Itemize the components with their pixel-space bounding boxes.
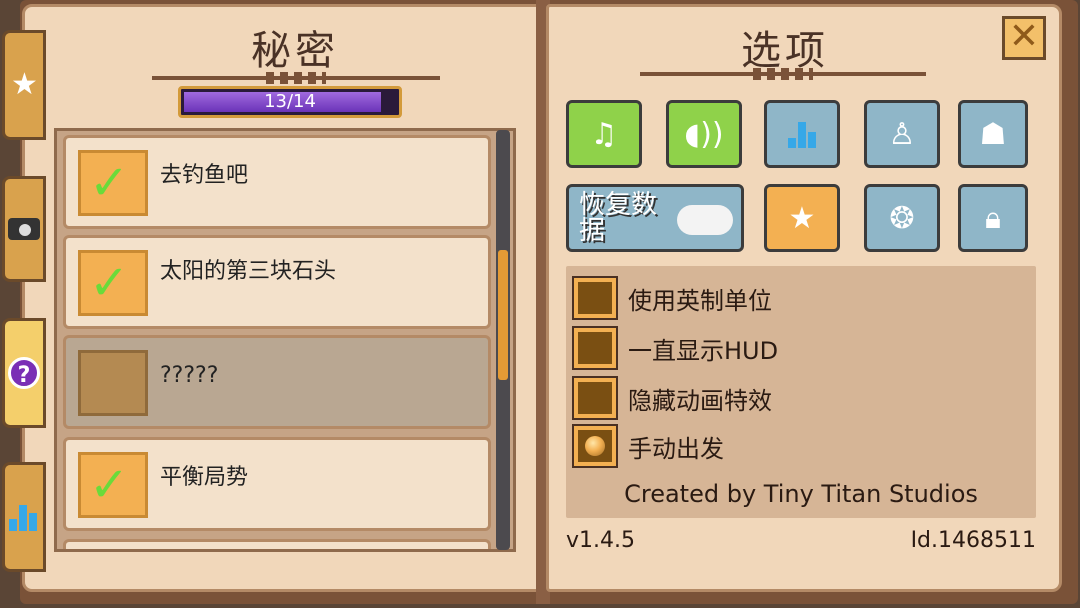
scroll-thumb[interactable] [498,250,508,380]
setting-label: 使用英制单位 [628,286,772,315]
chat-person-icon: ☗ [979,116,1007,152]
scrollbar[interactable] [496,130,510,550]
sound-toggle-button[interactable]: ◖)) [666,100,742,168]
tab-favorites[interactable]: ★ [2,30,46,140]
camera-icon [8,218,40,240]
checkmark-icon: ✓ [89,155,130,211]
title-divider [152,72,440,84]
progress-text: 13/14 [264,91,316,112]
music-toggle-button[interactable]: ♫ [566,100,642,168]
speech-bubble-icon: ❂ [889,200,915,236]
version-text: v1.4.5 [566,528,635,553]
checkbox[interactable] [572,276,618,320]
community-button[interactable]: ❂ [864,184,940,252]
secrets-progress-bar: 13/14 [178,86,402,118]
setting-imperial-units[interactable]: 使用英制单位 [572,276,772,320]
setting-always-show-hud[interactable]: 一直显示HUD [572,326,779,370]
secret-label: 去钓鱼吧 [160,163,249,188]
bar-chart-icon [7,503,41,531]
sound-icon: ◖)) [684,116,724,152]
checkmark-icon: ✓ [89,255,130,311]
lock-icon: 🔒︎ [985,200,1001,236]
title-divider [640,68,926,80]
profile-button[interactable]: ♙ [864,100,940,168]
setting-label: 手动出发 [628,434,724,463]
stats-icon [786,120,818,148]
stats-button[interactable] [764,100,840,168]
checkbox: ✓ [78,250,148,316]
checkbox[interactable] [572,376,618,420]
secret-label: ????? [160,363,219,388]
question-icon: ? [8,357,40,389]
close-button[interactable]: ✕ [1002,16,1046,60]
list-item[interactable] [63,539,491,549]
restore-data-button[interactable]: 恢复数据 [566,184,744,252]
checkmark-icon: ✓ [89,457,130,513]
secret-label: 平衡局势 [160,465,249,490]
list-item[interactable]: ????? [63,335,491,429]
star-icon: ★ [11,67,38,102]
player-id: Id.1468511 [910,528,1036,553]
secret-label: 太阳的第三块石头 [160,259,337,284]
support-button[interactable]: ☗ [958,100,1028,168]
tab-secrets[interactable]: ? [2,318,46,428]
setting-hide-animations[interactable]: 隐藏动画特效 [572,376,772,420]
credits-text: Created by Tiny Titan Studios [624,480,978,508]
setting-label: 隐藏动画特效 [628,386,772,415]
stamp-icon: ♙ [888,116,916,152]
star-icon: ★ [788,200,816,236]
checkbox[interactable] [572,424,618,468]
page-title: 秘密 [251,28,339,74]
restore-label: 恢复数据 [579,190,658,246]
music-icon: ♫ [590,116,618,152]
rate-button[interactable]: ★ [764,184,840,252]
list-item[interactable]: ✓ 平衡局势 [63,437,491,531]
setting-manual-launch[interactable]: 手动出发 [572,424,724,468]
tab-photos[interactable] [2,176,46,282]
settings-panel: 使用英制单位 一直显示HUD 隐藏动画特效 手动出发 Created by Ti… [566,266,1036,518]
checkbox[interactable] [572,326,618,370]
checkbox [78,350,148,416]
list-item[interactable]: ✓ 去钓鱼吧 [63,135,491,229]
checkbox: ✓ [78,150,148,216]
locked-button[interactable]: 🔒︎ [958,184,1028,252]
checkbox: ✓ [78,452,148,518]
secrets-list: ✓ 去钓鱼吧 ✓ 太阳的第三块石头 ????? ✓ 平衡局势 [54,128,516,552]
list-item[interactable]: ✓ 太阳的第三块石头 [63,235,491,329]
cloud-sync-icon [677,205,733,235]
setting-label: 一直显示HUD [628,336,779,365]
tab-stats[interactable] [2,462,46,572]
